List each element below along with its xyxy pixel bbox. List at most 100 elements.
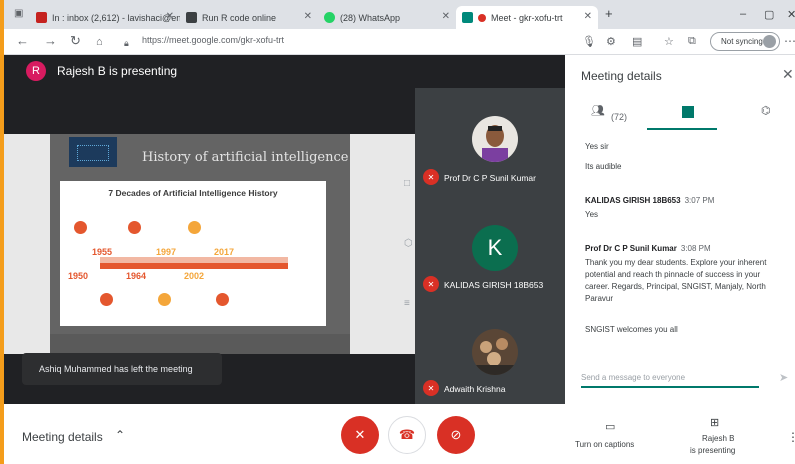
new-tab-button[interactable]: + (605, 6, 613, 21)
address-bar[interactable]: https://meet.google.com/gkr-xofu-trt (142, 35, 284, 45)
captions-button[interactable]: Turn on captions (575, 440, 634, 449)
chat-icon[interactable] (682, 106, 694, 118)
tab-actions-icon[interactable]: ▣ (14, 7, 23, 21)
browser-tab-meet[interactable]: Meet - gkr-xofu-trt ✕ (456, 6, 598, 29)
presenting-label[interactable]: is presenting (690, 446, 735, 455)
chat-message: Thank you my dear students. Explore your… (585, 258, 767, 267)
lock-icon: 🔒︎ (124, 38, 129, 48)
browser-tab-rcode[interactable]: Run R code online ✕ (180, 6, 318, 29)
mic-toggle-button[interactable]: ✕ (341, 416, 379, 454)
meeting-controls-bar: Meeting details ⌃ ✕ ☎︎ ⊘ ▭ Turn on capti… (4, 404, 795, 464)
sync-label: Not syncing (721, 37, 763, 46)
more-icon[interactable]: ⋯ (784, 34, 795, 48)
participant-photo (472, 329, 518, 375)
avatar (763, 35, 776, 48)
people-count[interactable]: (72) (611, 112, 627, 122)
timeline-year: 1964 (126, 271, 147, 281)
expand-icon[interactable]: ⬡ (404, 238, 413, 249)
camera-toggle-button[interactable]: ⊘ (437, 416, 475, 454)
maximize-icon[interactable]: ▢ (764, 8, 774, 21)
message-time: 3:07 PM (684, 196, 715, 205)
hangup-icon: ☎︎ (398, 427, 416, 442)
leave-call-button[interactable]: ☎︎ (388, 416, 426, 454)
browser-toolbar: ← → ↻ ⌂ 🔒︎ https://meet.google.com/gkr-x… (4, 29, 795, 55)
settings-icon[interactable]: ⚙︎ (606, 35, 616, 48)
chevron-up-icon[interactable]: ⌃ (115, 428, 125, 442)
minimize-icon[interactable]: – (740, 8, 746, 20)
captions-icon[interactable]: ▭ (605, 420, 615, 433)
meeting-stage: R Rajesh B is presenting History of arti… (4, 55, 565, 404)
menu-icon[interactable]: ≡ (404, 298, 410, 309)
participant-name: Adwaith Krishna (444, 384, 506, 394)
r-icon (186, 12, 197, 23)
reading-view-icon[interactable]: ▤ (632, 35, 642, 48)
activities-icon[interactable]: ⌬ (761, 104, 771, 117)
meet-icon (462, 12, 473, 23)
notification-toast: Ashiq Muhammed has left the meeting (22, 353, 222, 385)
favorites-icon[interactable]: ☆ (664, 35, 674, 48)
chat-messages: Yes sir Its audible KALIDAS GIRISH 18B65… (565, 133, 795, 353)
milestone-icon (216, 293, 229, 306)
timeline-year: 2002 (184, 271, 205, 281)
tab-label: Run R code online (202, 12, 277, 23)
close-icon[interactable]: ✕ (166, 11, 174, 22)
chat-message: career. Regards, Principal, SNGIST, Manj… (585, 282, 766, 291)
presenter-label: Rajesh B is presenting (57, 64, 178, 78)
milestone-icon (188, 221, 201, 234)
tab-label: Meet - gkr-xofu-trt (491, 12, 563, 23)
mic-permission-icon[interactable]: 🎙︎ (582, 35, 596, 48)
people-icon[interactable]: 👥︎ (591, 104, 605, 117)
close-icon[interactable]: ✕ (442, 11, 450, 22)
timeline-year: 1997 (156, 247, 177, 257)
timeline-year: 1950 (68, 271, 89, 281)
mic-off-icon: ✕ (354, 427, 366, 442)
pin-icon[interactable]: □ (404, 178, 410, 189)
recording-icon (478, 13, 486, 22)
participant-name: KALIDAS GIRISH 18B653 (444, 280, 544, 290)
whatsapp-icon (324, 12, 335, 23)
chat-message: SNGIST welcomes you all (585, 325, 678, 334)
message-time: 3:08 PM (680, 244, 711, 253)
participant-tiles: ✕ Prof Dr C P Sunil Kumar K ✕ KALIDAS GI… (415, 88, 565, 404)
meeting-details-panel: Meeting details ✕ 👥︎ (72) ⌬ Yes sir Its … (565, 55, 795, 404)
close-icon[interactable]: ✕ (304, 11, 312, 22)
participant-avatar: K (472, 225, 518, 271)
slide-footer (50, 334, 350, 354)
presenting-label[interactable]: Rajesh B (702, 434, 734, 443)
back-icon[interactable]: ← (16, 34, 29, 48)
close-panel-icon[interactable]: ✕ (782, 66, 794, 83)
chat-message: potential and reach th pinnacle of succe… (585, 270, 761, 279)
collections-icon[interactable]: ⧉ (688, 35, 696, 48)
forward-icon[interactable]: → (44, 34, 57, 48)
reload-icon[interactable]: ↻ (70, 34, 81, 48)
ai-image (69, 137, 117, 167)
browser-tab-inbox[interactable]: In : inbox (2,612) - lavishaci@engin ✕ (30, 6, 180, 29)
tab-label: In : inbox (2,612) - lavishaci@engin (52, 12, 180, 23)
browser-tab-whatsapp[interactable]: (28) WhatsApp ✕ (318, 6, 456, 29)
milestone-icon (100, 293, 113, 306)
timeline-year: 1955 (92, 247, 113, 257)
close-icon[interactable]: ✕ (584, 11, 592, 22)
home-icon[interactable]: ⌂ (96, 35, 103, 49)
panel-title: Meeting details (581, 69, 662, 83)
more-options-icon[interactable]: ⋮ (787, 430, 795, 444)
mic-off-icon: ✕ (423, 380, 439, 396)
close-window-icon[interactable]: ✕ (787, 8, 795, 21)
chat-input[interactable]: Send a message to everyone (581, 373, 759, 388)
tab-label: (28) WhatsApp (340, 12, 401, 23)
mic-off-icon: ✕ (423, 169, 439, 185)
sender-name: KALIDAS GIRISH 18B653 (585, 196, 681, 205)
profile-sync-button[interactable]: Not syncing (710, 32, 780, 51)
meeting-details-button[interactable]: Meeting details (22, 430, 103, 444)
presenter-avatar: R (26, 61, 46, 81)
milestone-icon (74, 221, 87, 234)
milestone-icon (158, 293, 171, 306)
browser-tab-bar: ▣ In : inbox (2,612) - lavishaci@engin ✕… (4, 0, 795, 29)
mic-off-icon: ✕ (423, 276, 439, 292)
send-icon[interactable]: ➤ (779, 371, 788, 384)
camera-off-icon: ⊘ (450, 427, 462, 442)
infographic-title: 7 Decades of Artificial Intelligence His… (108, 188, 278, 198)
present-icon[interactable]: ⊞ (710, 416, 719, 429)
message-sender: Prof Dr C P Sunil Kumar 3:08 PM (585, 244, 711, 253)
app-window: ▣ In : inbox (2,612) - lavishaci@engin ✕… (4, 0, 795, 464)
